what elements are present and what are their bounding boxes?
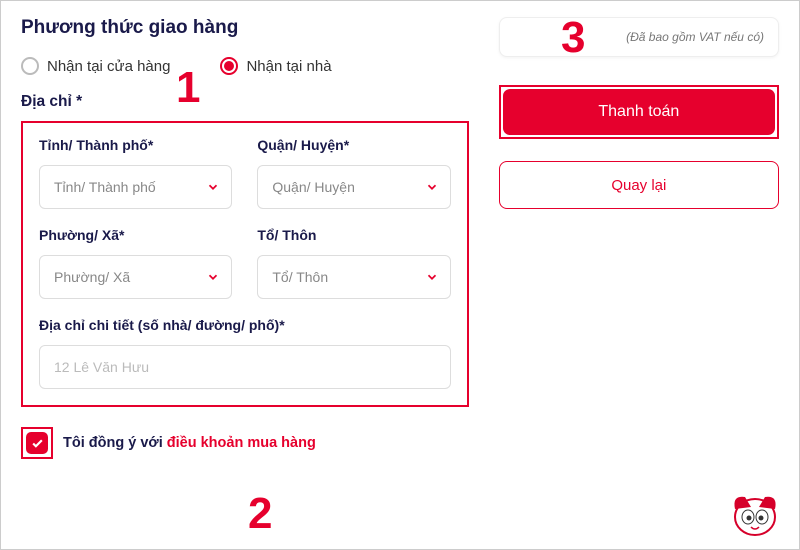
radio-icon-selected — [220, 57, 238, 75]
vat-note-card: (Đã bao gồm VAT nếu có) — [499, 17, 779, 57]
vat-note-text: (Đã bao gồm VAT nếu có) — [626, 30, 764, 44]
ward-label: Phường/ Xã* — [39, 227, 232, 243]
delivery-method-radio-group: Nhận tại cửa hàng Nhận tại nhà — [21, 57, 469, 75]
ward-select[interactable]: Phường/ Xã — [39, 255, 232, 299]
detail-address-input[interactable] — [39, 345, 451, 389]
terms-checkbox[interactable] — [26, 432, 48, 454]
consent-prefix: Tôi đồng ý với — [63, 435, 167, 451]
delivery-form-column: Phương thức giao hàng Nhận tại cửa hàng … — [21, 17, 469, 533]
province-group: Tỉnh/ Thành phố* Tỉnh/ Thành phố — [39, 137, 232, 209]
terms-link[interactable]: điều khoản mua hàng — [167, 435, 316, 451]
detail-address-label: Địa chỉ chi tiết (số nhà/ đường/ phố)* — [39, 317, 451, 333]
address-form-box: Tỉnh/ Thành phố* Tỉnh/ Thành phố Quận/ H… — [21, 121, 469, 407]
province-label: Tỉnh/ Thành phố* — [39, 137, 232, 153]
ward-placeholder: Phường/ Xã — [54, 269, 130, 285]
radio-pickup-label: Nhận tại cửa hàng — [47, 58, 170, 75]
hamlet-select[interactable]: Tổ/ Thôn — [257, 255, 450, 299]
radio-icon — [21, 57, 39, 75]
chevron-down-icon — [425, 270, 439, 284]
district-placeholder: Quận/ Huyện — [272, 179, 355, 195]
district-label: Quận/ Huyện* — [257, 137, 450, 153]
hamlet-placeholder: Tổ/ Thôn — [272, 269, 328, 285]
mascot-icon — [727, 487, 783, 537]
radio-home[interactable]: Nhận tại nhà — [220, 57, 331, 75]
chevron-down-icon — [206, 270, 220, 284]
checkout-button[interactable]: Thanh toán — [503, 89, 775, 135]
province-select[interactable]: Tỉnh/ Thành phố — [39, 165, 232, 209]
consent-text: Tôi đồng ý với điều khoản mua hàng — [63, 435, 316, 451]
ward-group: Phường/ Xã* Phường/ Xã — [39, 227, 232, 299]
consent-row: Tôi đồng ý với điều khoản mua hàng — [21, 427, 469, 459]
radio-home-label: Nhận tại nhà — [246, 58, 331, 75]
back-button[interactable]: Quay lại — [499, 161, 779, 209]
radio-pickup[interactable]: Nhận tại cửa hàng — [21, 57, 170, 75]
address-section-title: Địa chỉ * — [21, 93, 469, 111]
detail-address-group: Địa chỉ chi tiết (số nhà/ đường/ phố)* — [39, 317, 451, 389]
summary-column: (Đã bao gồm VAT nếu có) Thanh toán Quay … — [499, 17, 779, 533]
chevron-down-icon — [425, 180, 439, 194]
checkbox-highlight-box — [21, 427, 53, 459]
checkout-highlight-box: Thanh toán — [499, 85, 779, 139]
hamlet-label: Tổ/ Thôn — [257, 227, 450, 243]
delivery-method-title: Phương thức giao hàng — [21, 17, 469, 39]
district-select[interactable]: Quận/ Huyện — [257, 165, 450, 209]
district-group: Quận/ Huyện* Quận/ Huyện — [257, 137, 450, 209]
chevron-down-icon — [206, 180, 220, 194]
hamlet-group: Tổ/ Thôn Tổ/ Thôn — [257, 227, 450, 299]
check-icon — [31, 437, 44, 450]
province-placeholder: Tỉnh/ Thành phố — [54, 179, 156, 195]
